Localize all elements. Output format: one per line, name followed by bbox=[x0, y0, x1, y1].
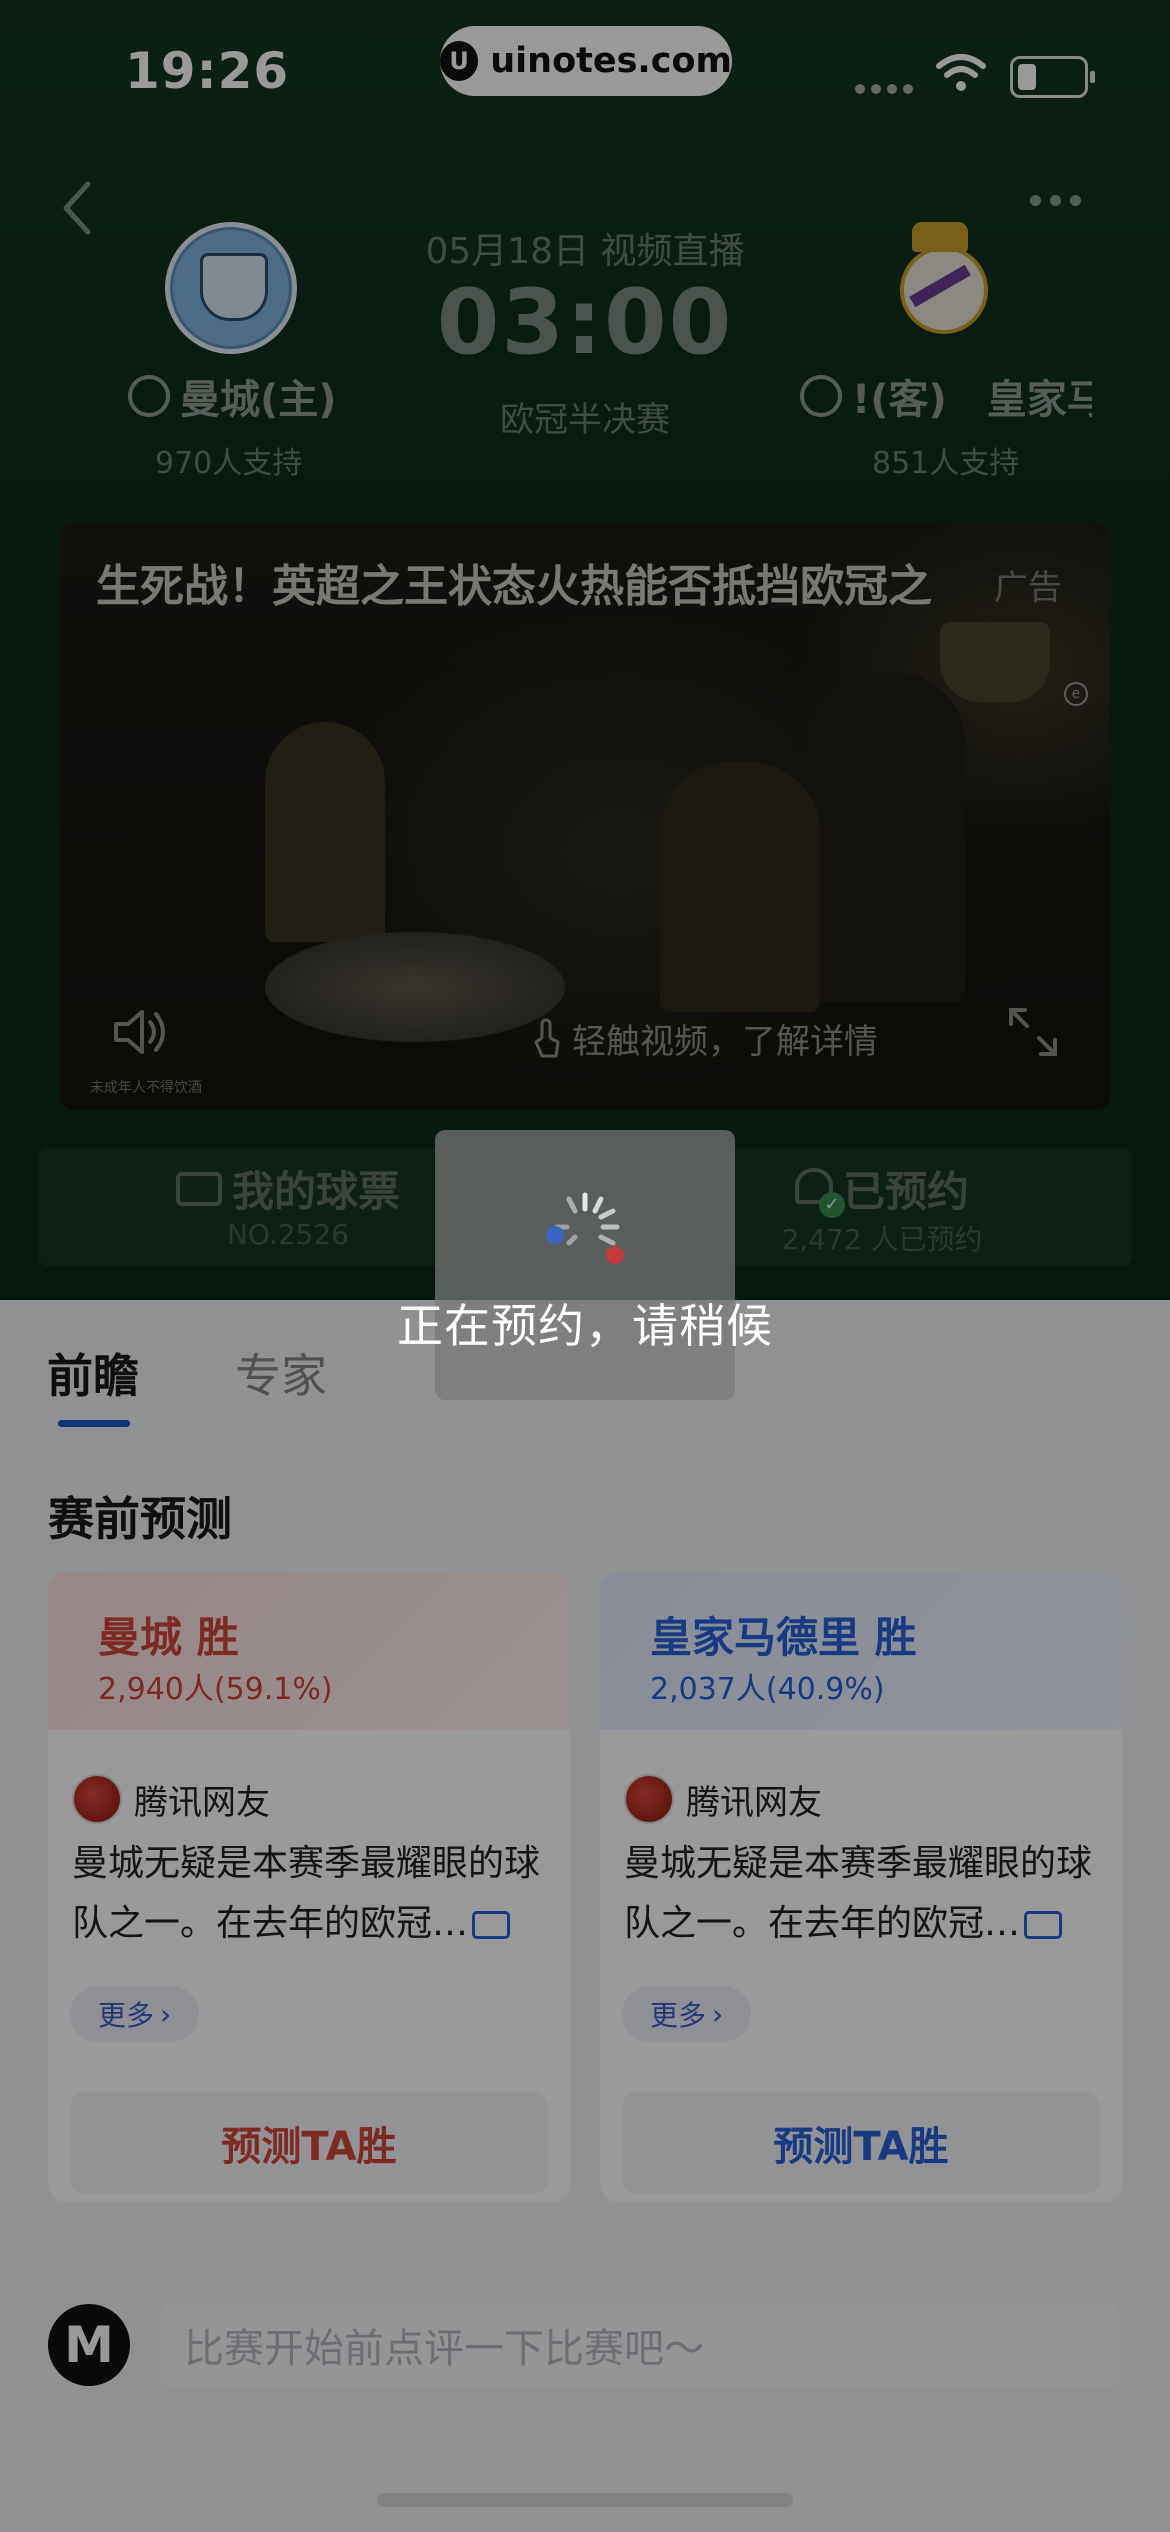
loading-spinner-icon bbox=[546, 1192, 624, 1264]
loading-toast: 加载中… bbox=[435, 1130, 735, 1400]
reservation-message: 正在预约，请稍候 bbox=[397, 1299, 773, 1353]
